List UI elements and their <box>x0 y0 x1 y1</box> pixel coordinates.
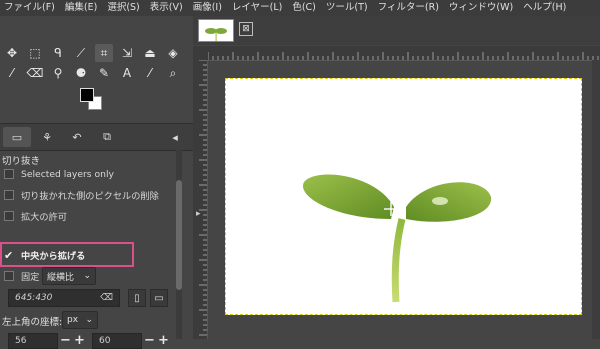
chevron-down-icon: ⌄ <box>83 271 91 281</box>
menu-item[interactable]: 画像(I) <box>189 0 228 16</box>
zoom-icon[interactable]: ⌕ <box>164 64 182 82</box>
landscape-icon: ▭ <box>154 292 164 304</box>
color-picker-icon[interactable]: ⁄ <box>141 64 159 82</box>
fixed-checkbox[interactable]: 固定 <box>4 267 39 285</box>
clear-icon[interactable]: ⌫ <box>100 293 113 303</box>
bucket-fill-icon[interactable]: ◈ <box>164 44 182 62</box>
close-icon[interactable]: ⊠ <box>239 22 253 36</box>
tool-options-icon: ▭ <box>11 130 23 144</box>
delete-cropped-pixels-checkbox[interactable]: 切り抜かれた側のピクセルの削除 <box>4 186 159 204</box>
left-panel: ✥ ⬚ ᑫ ⟋ ⌗ ⇲ ⏏ ◈ ⁄ ⌫ ⚲ ⚈ ✎ A ⁄ ⌕ ▭ ⚘ ↶ ⧉ ◂ 切り抜き Selected… <box>0 16 193 349</box>
tab-device-status[interactable]: ⚘ <box>33 127 61 147</box>
portrait-button[interactable]: ▯ <box>128 289 146 307</box>
position-y-field[interactable]: 60 <box>92 333 142 349</box>
fg-bg-colors[interactable] <box>80 88 104 114</box>
menu-bar: ファイル(F) 編集(E) 選択(S) 表示(V) 画像(I) レイヤー(L) 色(C) ツー… <box>0 0 600 16</box>
ruler-ticks <box>207 52 599 60</box>
ruler-corner <box>193 46 208 60</box>
scroll-thumb[interactable] <box>176 180 182 290</box>
canvas-scrollbar[interactable] <box>592 60 600 339</box>
expand-from-center-checkbox[interactable]: ✔ 中央から拡げる <box>4 246 85 264</box>
foreground-color-swatch[interactable] <box>80 88 94 102</box>
checkbox-box[interactable] <box>4 169 14 179</box>
dock-menu-icon: ◂ <box>172 130 178 144</box>
toolbox: ✥ ⬚ ᑫ ⟋ ⌗ ⇲ ⏏ ◈ ⁄ ⌫ ⚲ ⚈ ✎ A ⁄ ⌕ <box>0 16 193 124</box>
landscape-button[interactable]: ▭ <box>150 289 168 307</box>
crop-icon[interactable]: ⌗ <box>95 44 113 62</box>
tool-options-panel: 切り抜き Selected layers only 切り抜かれた側のピクセルの削… <box>0 150 193 349</box>
move-icon[interactable]: ✥ <box>3 44 21 62</box>
menu-item[interactable]: 表示(V) <box>146 0 189 16</box>
position-label: 左上角の座標: <box>2 317 63 328</box>
eraser-icon[interactable]: ⌫ <box>26 64 44 82</box>
dock-tabs: ▭ ⚘ ↶ ⧉ ◂ <box>0 123 193 151</box>
unified-transform-icon[interactable]: ⇲ <box>118 44 136 62</box>
tab-undo-history[interactable]: ↶ <box>63 127 91 147</box>
decrement-y-button[interactable]: − <box>144 333 155 348</box>
checkbox-label: 中央から拡げる <box>21 251 86 262</box>
fixed-mode-select[interactable]: 縦横比 ⌄ <box>42 267 96 285</box>
heal-icon[interactable]: ⚈ <box>72 64 90 82</box>
checkbox-label: 拡大の許可 <box>21 212 67 223</box>
rect-select-icon[interactable]: ⬚ <box>26 44 44 62</box>
checkbox-box[interactable] <box>4 211 14 221</box>
chevron-down-icon: ⌄ <box>85 315 93 325</box>
menu-item[interactable]: 編集(E) <box>61 0 103 16</box>
paintbrush-icon[interactable]: ⁄ <box>3 64 21 82</box>
checkbox-box[interactable] <box>4 190 14 200</box>
aspect-ratio-value: 645:430 <box>15 293 53 303</box>
image-thumbnail-tab[interactable] <box>198 19 234 42</box>
vertical-ruler[interactable]: ▸ <box>193 59 208 339</box>
menu-item[interactable]: ウィンドウ(W) <box>445 0 519 16</box>
position-label-text: 左上角の座標 <box>2 317 60 328</box>
increment-y-button[interactable]: + <box>158 333 169 348</box>
images-icon: ⧉ <box>103 130 111 143</box>
image-canvas[interactable] <box>225 78 582 315</box>
warp-icon[interactable]: ⏏ <box>141 44 159 62</box>
unit-value: px <box>67 315 79 325</box>
lasso-icon[interactable]: ᑫ <box>49 44 67 62</box>
position-x-value: 56 <box>15 336 27 346</box>
dock-menu-button[interactable]: ◂ <box>166 127 184 147</box>
ruler-ticks <box>199 59 207 336</box>
checkbox-label: 固定 <box>21 272 40 283</box>
text-icon[interactable]: A <box>118 64 136 82</box>
device-status-icon: ⚘ <box>42 130 52 144</box>
checkbox-box[interactable] <box>4 271 14 281</box>
menu-item[interactable]: フィルター(R) <box>374 0 445 16</box>
allow-growing-checkbox[interactable]: 拡大の許可 <box>4 207 67 225</box>
fixed-mode-value: 縦横比 <box>47 272 75 283</box>
position-y-value: 60 <box>99 336 111 346</box>
checkbox-label: Selected layers only <box>21 168 114 180</box>
smudge-icon[interactable]: ⚲ <box>49 64 67 82</box>
menu-item[interactable]: 色(C) <box>288 0 322 16</box>
paths-icon[interactable]: ✎ <box>95 64 113 82</box>
menu-item[interactable]: ヘルプ(H) <box>519 0 572 16</box>
fuzzy-select-icon[interactable]: ⟋ <box>72 44 90 62</box>
checkbox-label: 切り抜かれた側のピクセルの削除 <box>21 191 159 202</box>
portrait-icon: ▯ <box>134 292 140 304</box>
increment-x-button[interactable]: + <box>74 333 85 348</box>
ruler-pointer-icon: ▸ <box>196 209 201 219</box>
check-icon[interactable]: ✔ <box>4 249 14 262</box>
tab-images[interactable]: ⧉ <box>93 127 121 147</box>
aspect-ratio-field[interactable]: 645:430 ⌫ <box>8 289 120 307</box>
menu-item[interactable]: ファイル(F) <box>0 0 61 16</box>
sprout-image <box>302 174 492 303</box>
menu-item[interactable]: ツール(T) <box>322 0 374 16</box>
canvas-area: ⊠ ▸ <box>193 16 600 339</box>
image-tabs: ⊠ <box>193 16 600 45</box>
decrement-x-button[interactable]: − <box>60 333 71 348</box>
tab-tool-options[interactable]: ▭ <box>3 127 31 147</box>
horizontal-ruler[interactable] <box>207 46 600 61</box>
selected-layers-only-checkbox[interactable]: Selected layers only <box>4 165 114 183</box>
position-x-field[interactable]: 56 <box>8 333 58 349</box>
options-scrollbar[interactable] <box>176 150 182 339</box>
menu-item[interactable]: 選択(S) <box>103 0 145 16</box>
menu-item[interactable]: レイヤー(L) <box>228 0 288 16</box>
unit-select[interactable]: px ⌄ <box>62 311 98 329</box>
undo-history-icon: ↶ <box>72 130 82 144</box>
sprout-thumbnail-icon <box>205 28 227 41</box>
